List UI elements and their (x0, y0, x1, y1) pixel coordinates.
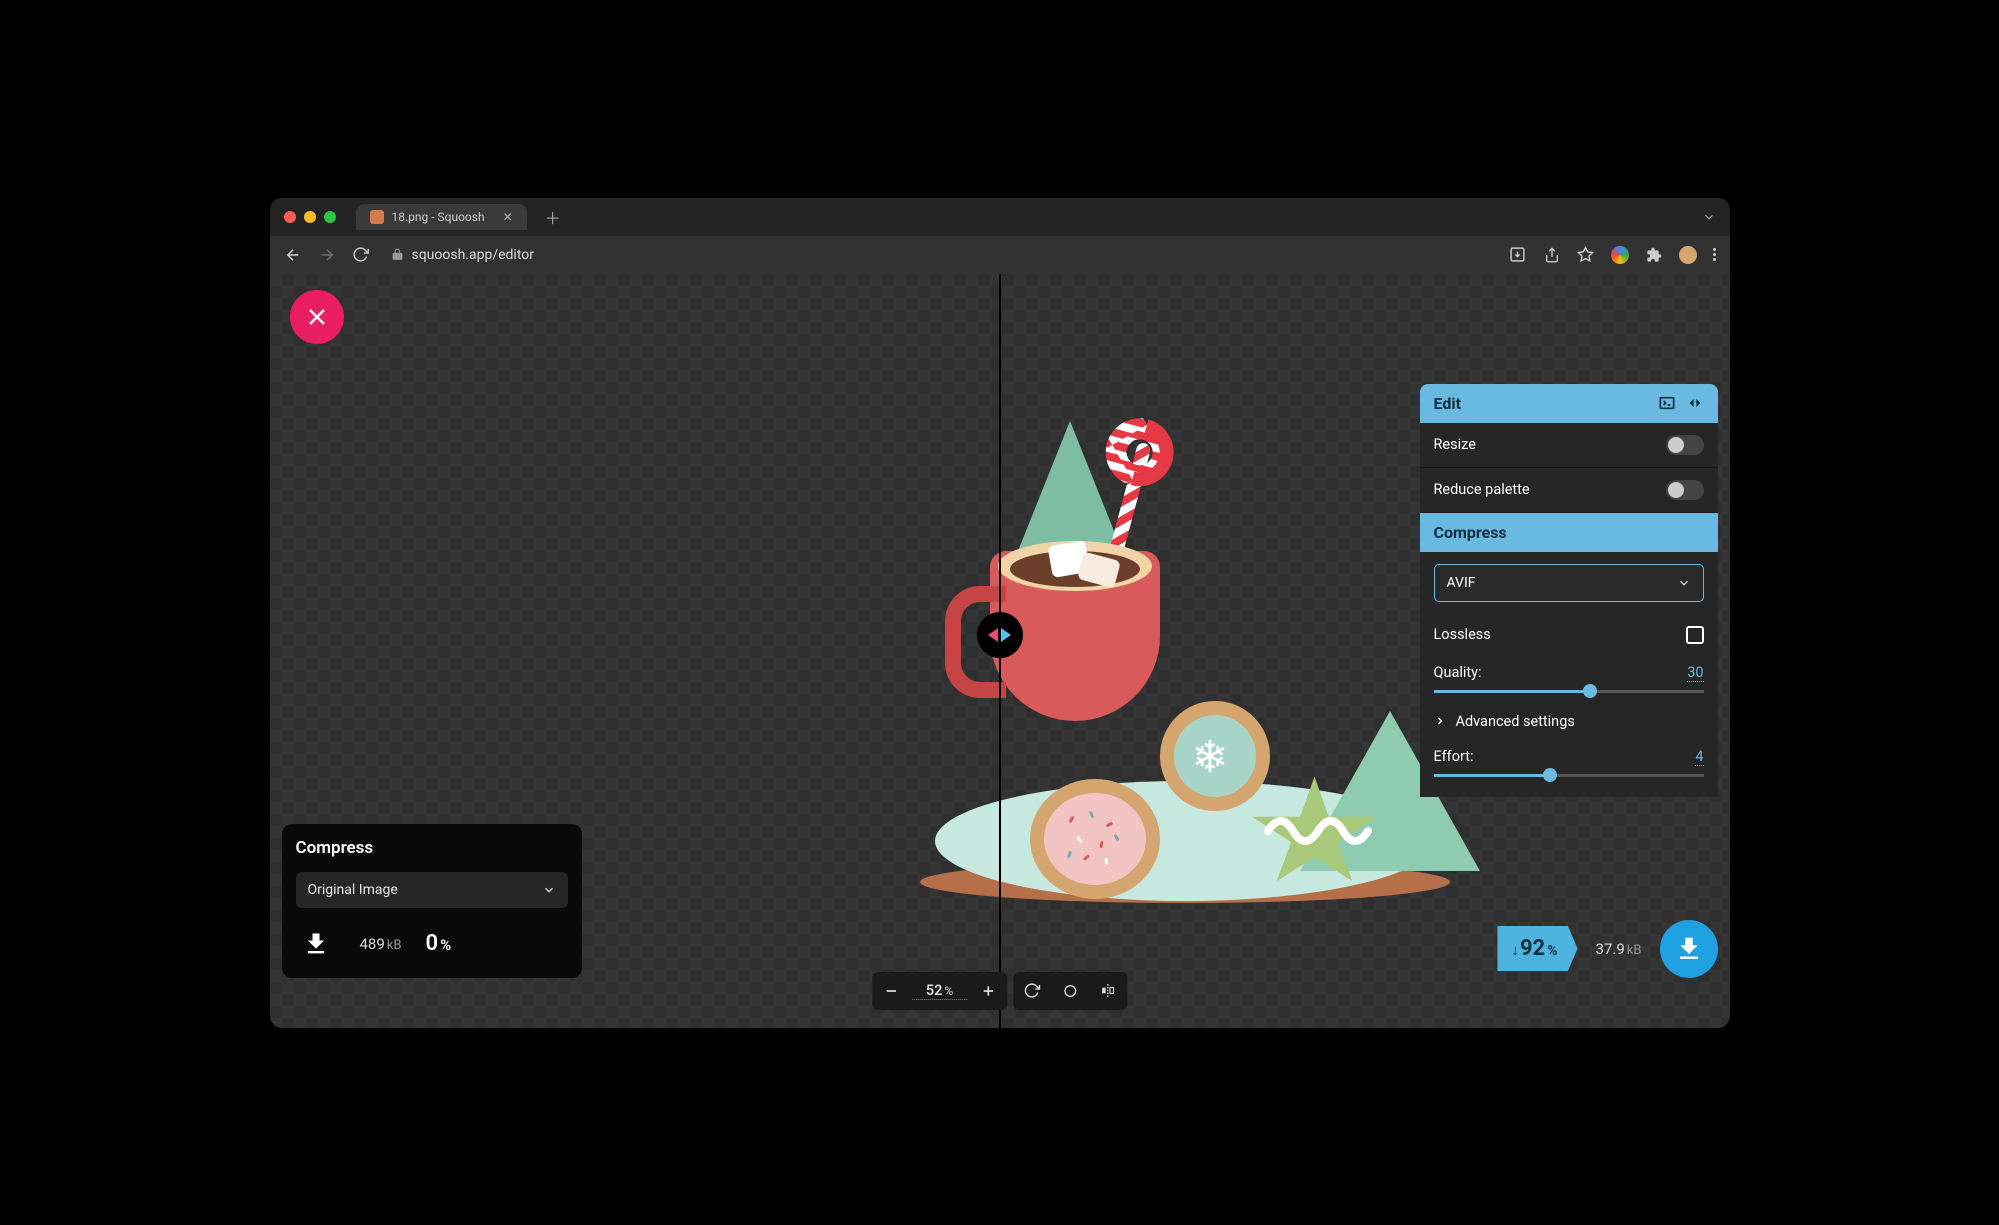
transform-icon (1100, 982, 1117, 999)
close-window-button[interactable] (284, 211, 296, 223)
right-filesize: 37.9kB (1596, 940, 1642, 958)
compress-title: Compress (1434, 523, 1507, 542)
left-compress-panel: Compress Original Image 489kB 0% (282, 824, 582, 978)
right-codec-label: AVIF (1447, 575, 1476, 591)
left-panel-title: Compress (296, 838, 568, 858)
resize-row: Resize (1420, 423, 1718, 468)
resize-label: Resize (1434, 436, 1476, 453)
advanced-settings-toggle[interactable]: Advanced settings (1420, 703, 1718, 740)
rotate-button[interactable] (1013, 972, 1051, 1010)
resize-toggle[interactable] (1666, 435, 1704, 455)
profile-icon[interactable] (1679, 246, 1697, 264)
extension-icon-1[interactable] (1611, 246, 1629, 264)
download-right-button[interactable] (1660, 920, 1718, 978)
download-icon (302, 930, 330, 958)
minus-icon (883, 983, 899, 999)
addressbar: squoosh.app/editor (270, 236, 1730, 274)
left-codec-label: Original Image (308, 882, 398, 898)
compress-section-header: Compress (1420, 513, 1718, 552)
window-controls (284, 211, 336, 223)
url-display[interactable]: squoosh.app/editor (391, 247, 535, 263)
app-viewport: ❄ (270, 274, 1730, 1028)
compare-handle[interactable] (977, 612, 1023, 658)
savings-badge: ↓ 92 % (1497, 926, 1577, 971)
zoom-in-button[interactable] (969, 972, 1007, 1010)
download-left-button[interactable] (296, 924, 336, 964)
effort-slider-row: Effort: 4 (1420, 740, 1718, 797)
reload-button[interactable] (352, 246, 369, 264)
back-button[interactable] (284, 246, 302, 264)
effort-slider[interactable] (1434, 774, 1704, 777)
handle-left-icon (988, 628, 998, 642)
install-icon[interactable] (1509, 246, 1527, 264)
zoom-out-button[interactable] (872, 972, 910, 1010)
forward-button[interactable] (318, 246, 336, 264)
handle-right-icon (1001, 628, 1011, 642)
share-icon[interactable] (1543, 246, 1561, 264)
advanced-label: Advanced settings (1456, 713, 1575, 730)
maximize-window-button[interactable] (324, 211, 336, 223)
savings-unit: % (1547, 943, 1557, 959)
quality-value[interactable]: 30 (1687, 664, 1703, 682)
browser-tab[interactable]: 18.png - Squoosh ✕ (356, 204, 527, 230)
browser-window: 18.png - Squoosh ✕ ＋ squoosh.app/editor (270, 198, 1730, 1028)
quality-slider-row: Quality: 30 (1420, 656, 1718, 693)
quality-slider[interactable] (1434, 690, 1704, 693)
left-filesize: 489kB (360, 935, 402, 953)
lossless-checkbox[interactable] (1686, 626, 1704, 644)
star-icon[interactable] (1577, 246, 1595, 264)
browser-menu-button[interactable] (1713, 248, 1716, 261)
right-stats: ↓ 92 % 37.9kB (1497, 920, 1717, 978)
zoom-toolbar: 52% (872, 972, 1127, 1010)
quality-label: Quality: (1434, 664, 1482, 682)
flip-button[interactable] (1089, 972, 1127, 1010)
background-toggle-button[interactable] (1051, 972, 1089, 1010)
edit-title: Edit (1434, 394, 1462, 413)
chevron-right-icon (1434, 715, 1446, 727)
close-tab-button[interactable]: ✕ (503, 210, 513, 224)
edit-section-header: Edit (1420, 384, 1718, 423)
effort-value[interactable]: 4 (1695, 748, 1703, 766)
copy-settings-icon[interactable] (1686, 395, 1704, 411)
reduce-palette-row: Reduce palette (1420, 468, 1718, 513)
reduce-palette-toggle[interactable] (1666, 480, 1704, 500)
effort-label: Effort: (1434, 748, 1474, 766)
tab-title: 18.png - Squoosh (392, 210, 485, 224)
savings-arrow: ↓ (1511, 941, 1519, 959)
extensions-icon[interactable] (1645, 246, 1663, 264)
rotate-icon (1024, 982, 1041, 999)
savings-value: 92 (1520, 936, 1545, 961)
lossless-label: Lossless (1434, 626, 1491, 643)
minimize-window-button[interactable] (304, 211, 316, 223)
left-codec-select[interactable]: Original Image (296, 872, 568, 908)
tabs-overflow-button[interactable] (1702, 210, 1716, 224)
right-codec-select[interactable]: AVIF (1434, 564, 1704, 602)
lossless-row: Lossless (1420, 614, 1718, 656)
download-icon (1674, 934, 1704, 964)
reduce-palette-label: Reduce palette (1434, 481, 1530, 498)
chevron-down-icon (1677, 576, 1691, 590)
lock-icon (391, 248, 404, 261)
right-settings-panel: Edit Resize Reduce palette C (1420, 384, 1718, 797)
zoom-value[interactable]: 52% (912, 982, 967, 1000)
favicon (370, 210, 384, 224)
cli-icon[interactable] (1658, 395, 1676, 411)
close-image-button[interactable] (290, 290, 344, 344)
new-tab-button[interactable]: ＋ (545, 205, 561, 229)
left-savings: 0% (426, 931, 452, 956)
url-text: squoosh.app/editor (412, 247, 535, 263)
plus-icon (980, 983, 996, 999)
circle-icon (1062, 983, 1078, 999)
titlebar: 18.png - Squoosh ✕ ＋ (270, 198, 1730, 236)
chevron-down-icon (542, 883, 556, 897)
